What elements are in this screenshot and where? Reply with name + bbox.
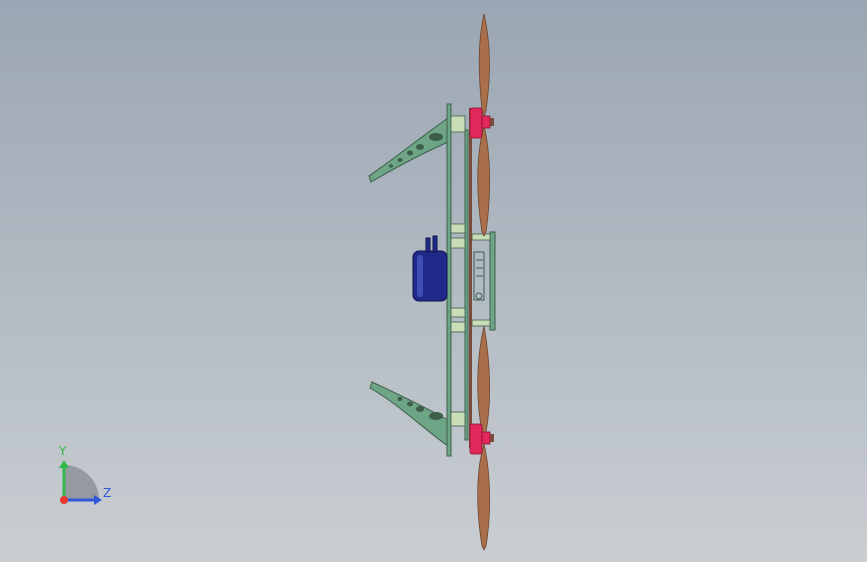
z-axis-label: Z (103, 486, 111, 500)
y-axis-label: Y (58, 444, 67, 458)
cad-viewport[interactable]: Y Z (0, 0, 867, 562)
model-canvas[interactable]: Y Z (0, 0, 867, 562)
main-frame-plate[interactable] (446, 103, 452, 457)
rear-frame-plate[interactable] (464, 129, 469, 441)
x-axis-dot (60, 496, 68, 504)
battery-highlight (417, 255, 423, 297)
carbon-rod[interactable] (469, 108, 472, 448)
flight-controller-plate[interactable] (489, 231, 496, 331)
